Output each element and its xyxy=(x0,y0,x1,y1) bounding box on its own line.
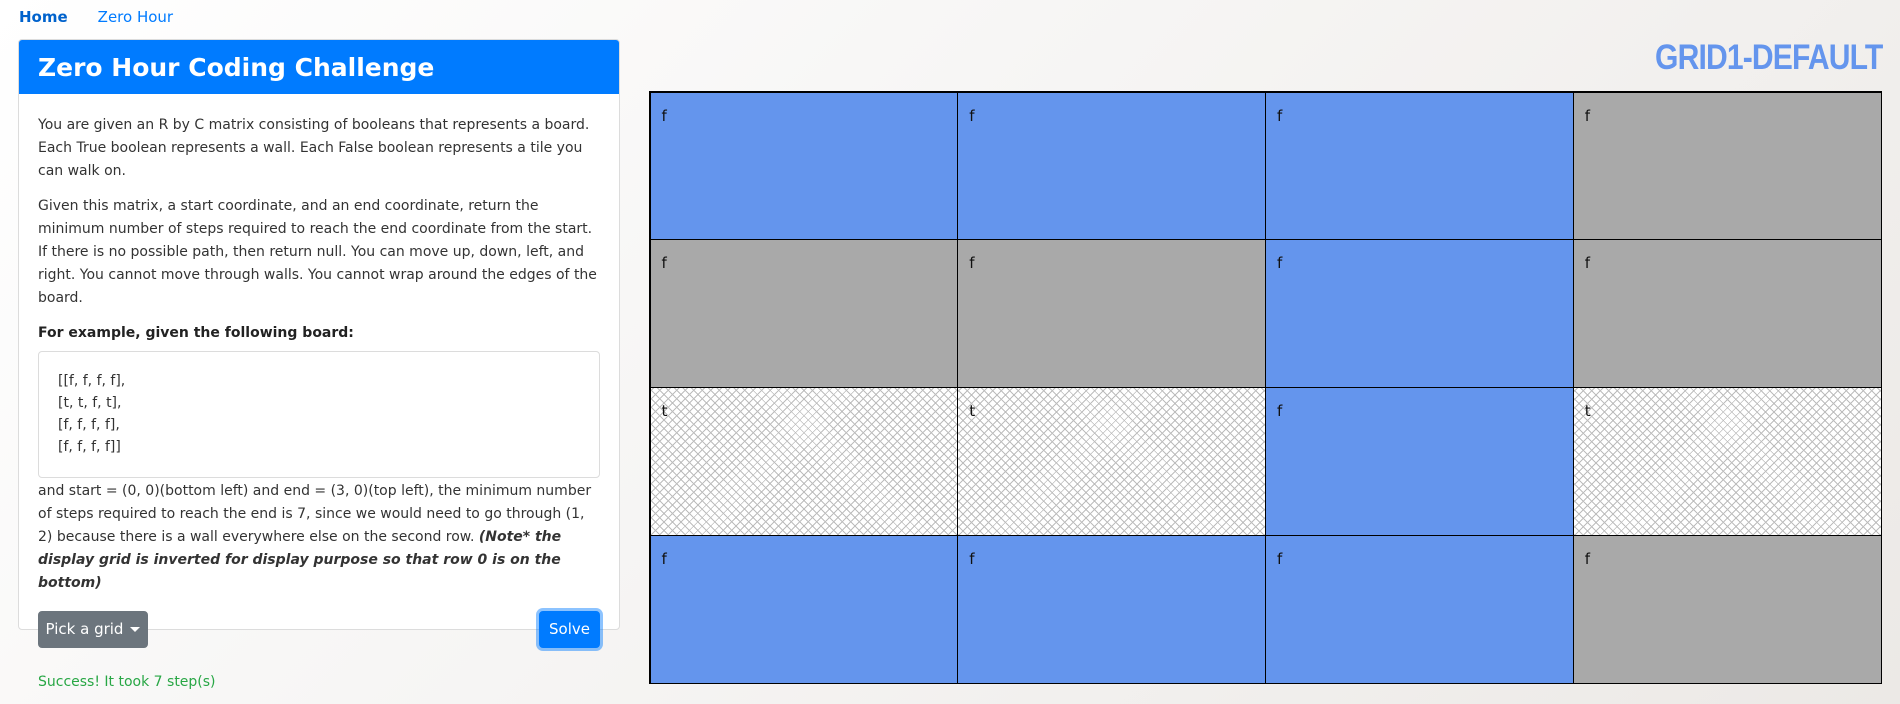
description-paragraph-1: You are given an R by C matrix consistin… xyxy=(38,117,590,179)
example-board: [[f, f, f, f], [t, t, f, t], [f, f, f, f… xyxy=(38,351,600,478)
controls: Pick a grid Solve xyxy=(38,611,600,651)
pick-grid-dropdown[interactable]: Pick a grid xyxy=(38,611,148,648)
board-line: [f, f, f, f]] xyxy=(58,439,121,455)
board-line: [f, f, f, f], xyxy=(58,417,120,433)
grid-cell-label: t xyxy=(969,402,976,420)
caret-down-icon xyxy=(130,627,141,632)
grid-cell: f xyxy=(649,534,959,684)
nav-zero-hour-link[interactable]: Zero Hour xyxy=(98,8,173,26)
explanation-paragraph: and start = (0, 0)(bottom left) and end … xyxy=(38,480,600,595)
grid-cell: t xyxy=(957,387,1266,536)
grid-cell-label: t xyxy=(1584,402,1591,420)
grid-cell-label: f xyxy=(1277,402,1283,420)
example-label: For example, given the following board: xyxy=(38,325,354,341)
grid-cell-label: t xyxy=(661,402,668,420)
grid-title: GRID1-DEFAULT xyxy=(1654,38,1883,77)
grid-cell-label: f xyxy=(661,549,667,568)
solve-button[interactable]: Solve xyxy=(539,611,600,648)
grid-cell: f xyxy=(1572,91,1882,241)
grid-cell-label: f xyxy=(1584,549,1591,568)
challenge-card: Zero Hour Coding Challenge You are given… xyxy=(18,39,620,690)
nav-home-link[interactable]: Home xyxy=(19,8,68,26)
grid-cell: f xyxy=(649,239,959,388)
grid-cell: f xyxy=(1265,91,1574,241)
grid-cell: t xyxy=(1572,387,1882,536)
card-body: You are given an R by C matrix consistin… xyxy=(19,94,619,694)
description-paragraph-2: Given this matrix, a start coordinate, a… xyxy=(38,198,597,306)
grid-cell-label: f xyxy=(1277,106,1283,125)
board-line: [[f, f, f, f], xyxy=(58,373,126,389)
grid-cell-label: f xyxy=(969,254,975,273)
pick-grid-label: Pick a grid xyxy=(45,620,124,638)
grid-cell-label: f xyxy=(661,106,667,125)
grid-cell: f xyxy=(957,239,1266,388)
grid-cell: f xyxy=(1265,387,1574,536)
grid-cell: f xyxy=(1265,534,1574,684)
grid-cell: f xyxy=(1265,239,1574,388)
grid-cell: f xyxy=(957,534,1266,684)
board-line: [t, t, f, t], xyxy=(58,395,122,411)
grid-cell-label: f xyxy=(1277,254,1283,273)
status-message: Success! It took 7 step(s) xyxy=(38,674,216,690)
card-title: Zero Hour Coding Challenge xyxy=(19,40,619,94)
top-nav: Home Zero Hour xyxy=(19,6,203,28)
grid-cell: f xyxy=(957,91,1266,241)
grid-cell-label: f xyxy=(969,106,975,125)
grid-cell: f xyxy=(649,91,959,241)
board-grid: f f f f f f f f t t f t f f f f xyxy=(649,91,1882,684)
grid-cell-label: f xyxy=(661,254,667,273)
grid-cell-label: f xyxy=(969,549,975,568)
grid-cell: t xyxy=(649,387,959,536)
grid-cell-label: f xyxy=(1277,549,1283,568)
grid-cell-label: f xyxy=(1584,254,1591,273)
grid-cell-label: f xyxy=(1584,106,1591,125)
grid-cell: f xyxy=(1572,239,1882,388)
grid-cell: f xyxy=(1572,534,1882,684)
